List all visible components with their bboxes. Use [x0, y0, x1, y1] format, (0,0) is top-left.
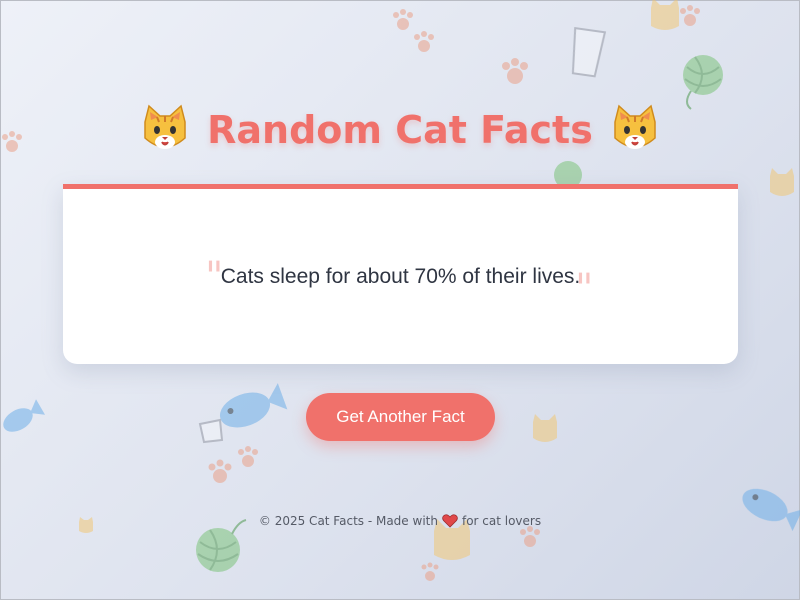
- footer-suffix: for cat lovers: [461, 514, 542, 528]
- get-another-fact-button[interactable]: Get Another Fact: [306, 393, 495, 441]
- heart-icon: [442, 514, 458, 528]
- page-title: Random Cat Facts: [207, 108, 593, 152]
- footer-prefix: © 2025 Cat Facts - Made with: [258, 514, 438, 528]
- cat-face-icon: [614, 104, 656, 149]
- fact-card: " Cats sleep for about 70% of their live…: [63, 184, 738, 364]
- cat-face-icon: [144, 104, 186, 149]
- close-quote-mark: ": [575, 266, 594, 312]
- fact-text: Cats sleep for about 70% of their lives.: [220, 265, 581, 288]
- header: Random Cat Facts: [0, 100, 800, 160]
- footer: © 2025 Cat Facts - Made with for cat lov…: [0, 514, 800, 528]
